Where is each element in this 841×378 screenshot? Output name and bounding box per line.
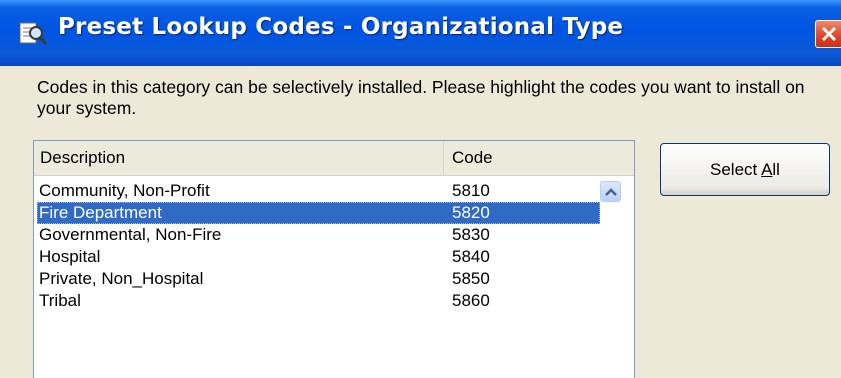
- title-bar[interactable]: Preset Lookup Codes - Organizational Typ…: [0, 0, 841, 66]
- close-button[interactable]: [815, 20, 841, 48]
- item-code: 5810: [452, 181, 490, 200]
- item-description: Fire Department: [39, 203, 162, 222]
- select-all-label-prefix: Select: [710, 160, 762, 179]
- item-description: Private, Non_Hospital: [39, 269, 204, 288]
- item-description: Hospital: [39, 247, 101, 266]
- instructions-text: Codes in this category can be selectivel…: [37, 77, 805, 118]
- list-item[interactable]: Community, Non-Profit 5810: [37, 180, 600, 202]
- item-code: 5840: [452, 247, 490, 266]
- list-item[interactable]: Governmental, Non-Fire 5830: [37, 224, 600, 246]
- item-code: 5850: [452, 269, 490, 288]
- codes-list[interactable]: Description Code Community, Non-Profit 5…: [33, 140, 635, 378]
- item-code: 5820: [452, 203, 490, 222]
- list-item[interactable]: Private, Non_Hospital 5850: [37, 268, 600, 290]
- dialog-window: Preset Lookup Codes - Organizational Typ…: [0, 0, 841, 378]
- lookup-magnifier-icon: [18, 20, 48, 46]
- select-all-mnemonic: A: [761, 160, 773, 179]
- item-description: Tribal: [39, 291, 81, 310]
- window-title: Preset Lookup Codes - Organizational Typ…: [58, 14, 624, 40]
- select-all-button[interactable]: Select All: [660, 143, 830, 196]
- item-description: Governmental, Non-Fire: [39, 225, 222, 244]
- list-item[interactable]: Tribal 5860: [37, 290, 600, 312]
- item-description: Community, Non-Profit: [39, 181, 210, 200]
- list-rows: Community, Non-Profit 5810 Fire Departme…: [37, 180, 600, 312]
- column-header-description[interactable]: Description: [34, 141, 444, 175]
- item-code: 5830: [452, 225, 490, 244]
- item-code: 5860: [452, 291, 490, 310]
- scroll-up-button[interactable]: [600, 181, 621, 202]
- list-item[interactable]: Hospital 5840: [37, 246, 600, 268]
- column-header-code[interactable]: Code: [444, 141, 634, 175]
- select-all-label-suffix: ll: [772, 160, 780, 179]
- list-header: Description Code: [34, 141, 634, 176]
- list-item-selected[interactable]: Fire Department 5820: [37, 202, 600, 224]
